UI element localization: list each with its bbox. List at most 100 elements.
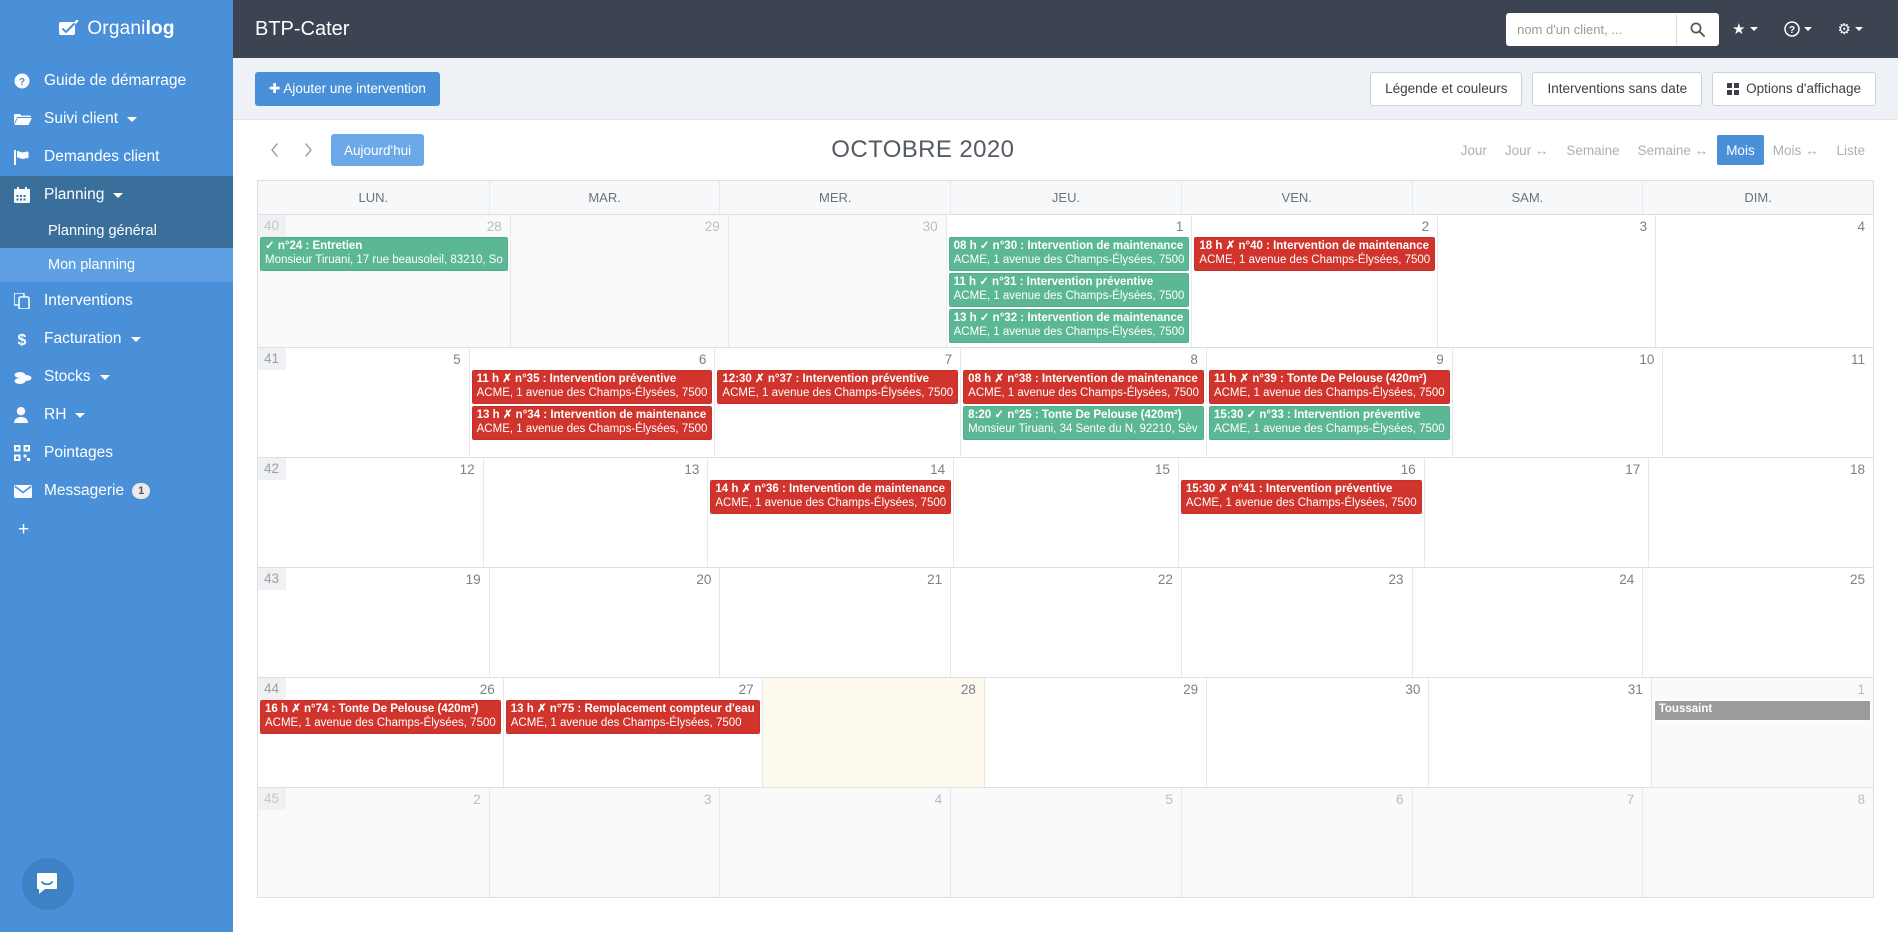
day-number[interactable]: 31 bbox=[1431, 678, 1648, 700]
gear-icon[interactable]: ⚙ bbox=[1825, 20, 1876, 38]
brand-logo[interactable]: Organilog bbox=[0, 0, 233, 58]
day-number[interactable]: 30 bbox=[731, 215, 944, 237]
chat-bubble-icon[interactable] bbox=[22, 858, 74, 910]
calendar-day-cell[interactable]: 41 5 bbox=[258, 348, 469, 457]
calendar-event[interactable]: Toussaint bbox=[1653, 700, 1871, 721]
day-number[interactable]: 22 bbox=[953, 568, 1179, 590]
calendar-day-cell[interactable]: 6 bbox=[1180, 788, 1412, 897]
calendar-day-cell[interactable]: 16 15:30 ✗ n°41 : Intervention préventive… bbox=[1177, 458, 1424, 567]
calendar-day-cell[interactable]: 31 bbox=[1428, 678, 1650, 787]
day-number[interactable]: 7 bbox=[717, 348, 958, 370]
sidebar-item-planning-general[interactable]: Planning général bbox=[0, 214, 233, 248]
calendar-event[interactable]: 11 h ✓ n°31 : Intervention préventive ACM… bbox=[948, 273, 1190, 307]
day-number[interactable]: 6 bbox=[472, 348, 713, 370]
calendar-event[interactable]: 11 h ✗ n°39 : Tonte De Pelouse (420m²) AC… bbox=[1208, 370, 1450, 404]
calendar-day-cell[interactable]: 20 bbox=[488, 568, 720, 677]
day-number[interactable]: 25 bbox=[1645, 568, 1871, 590]
calendar-event[interactable]: 16 h ✗ n°74 : Tonte De Pelouse (420m²) AC… bbox=[260, 700, 501, 734]
sidebar-add-button[interactable]: + bbox=[0, 510, 233, 550]
sidebar-item-interventions[interactable]: Interventions bbox=[0, 282, 233, 320]
sidebar-item-rh[interactable]: RH bbox=[0, 396, 233, 434]
day-number[interactable]: 27 bbox=[506, 678, 760, 700]
day-number[interactable]: 6 bbox=[1184, 788, 1410, 810]
calendar-event[interactable]: 08 h ✗ n°38 : Intervention de maintenanc… bbox=[963, 370, 1204, 404]
day-number[interactable]: 24 bbox=[1415, 568, 1641, 590]
day-number[interactable]: 5 bbox=[260, 348, 467, 370]
day-number[interactable]: 20 bbox=[492, 568, 718, 590]
calendar-event[interactable]: 12:30 ✗ n°37 : Intervention préventive AC… bbox=[717, 370, 959, 404]
sidebar-item-facturation[interactable]: $ Facturation bbox=[0, 320, 233, 358]
calendar-day-cell[interactable]: 3 bbox=[1437, 215, 1655, 347]
calendar-day-cell[interactable]: 2 18 h ✗ n°40 : Intervention de maintenan… bbox=[1191, 215, 1437, 347]
calendar-day-cell[interactable]: 8 08 h ✗ n°38 : Intervention de maintenan… bbox=[960, 348, 1206, 457]
calendar-day-cell[interactable]: 4 bbox=[1655, 215, 1873, 347]
day-number[interactable]: 3 bbox=[1440, 215, 1653, 237]
calendar-event[interactable]: 13 h ✗ n°34 : Intervention de maintenanc… bbox=[471, 406, 713, 440]
calendar-day-cell[interactable]: 23 bbox=[1180, 568, 1412, 677]
calendar-day-cell[interactable]: 8 bbox=[1642, 788, 1873, 897]
day-number[interactable]: 29 bbox=[987, 678, 1204, 700]
day-number[interactable]: 8 bbox=[963, 348, 1204, 370]
day-number[interactable]: 5 bbox=[953, 788, 1179, 810]
day-number[interactable]: 23 bbox=[1184, 568, 1410, 590]
day-number[interactable]: 17 bbox=[1427, 458, 1647, 480]
day-number[interactable]: 4 bbox=[1658, 215, 1871, 237]
sidebar-item-demandes-client[interactable]: Demandes client bbox=[0, 138, 233, 176]
view-jour-range[interactable]: Jour ↔ bbox=[1496, 135, 1558, 165]
calendar-event[interactable]: 8:20 ✓ n°25 : Tonte De Pelouse (420m²) Mo… bbox=[963, 406, 1204, 440]
day-number[interactable]: 2 bbox=[260, 788, 487, 810]
day-number[interactable]: 14 bbox=[710, 458, 951, 480]
calendar-event[interactable]: 11 h ✗ n°35 : Intervention préventive ACM… bbox=[471, 370, 713, 404]
search-input[interactable] bbox=[1507, 13, 1677, 45]
sidebar-item-guide[interactable]: ? Guide de démarrage bbox=[0, 62, 233, 100]
calendar-day-cell[interactable]: 22 bbox=[950, 568, 1181, 677]
calendar-day-cell[interactable]: 27 13 h ✗ n°75 : Remplacement compteur d'… bbox=[502, 678, 762, 787]
calendar-event[interactable]: ✓ n°24 : Entretien Monsieur Tiruani, 17 r… bbox=[260, 237, 508, 271]
sidebar-item-stocks[interactable]: Stocks bbox=[0, 358, 233, 396]
calendar-event[interactable]: 13 h ✓ n°32 : Intervention de maintenanc… bbox=[948, 309, 1190, 343]
star-icon[interactable]: ★ bbox=[1719, 20, 1770, 38]
calendar-day-cell[interactable]: 25 bbox=[1642, 568, 1873, 677]
view-mois[interactable]: Mois bbox=[1717, 135, 1764, 165]
calendar-day-cell[interactable]: 13 bbox=[482, 458, 708, 567]
calendar-event[interactable]: 14 h ✗ n°36 : Intervention de maintenanc… bbox=[710, 480, 952, 514]
calendar-day-cell[interactable]: 44 26 16 h ✗ n°74 : Tonte De Pelouse (420m… bbox=[258, 678, 503, 787]
sidebar-item-mon-planning[interactable]: Mon planning bbox=[0, 248, 233, 282]
display-options-button[interactable]: Options d'affichage bbox=[1712, 71, 1876, 106]
sidebar-item-messagerie[interactable]: Messagerie 1 bbox=[0, 472, 233, 510]
calendar-event[interactable]: 15:30 ✗ n°41 : Intervention préventive AC… bbox=[1180, 480, 1422, 514]
day-number[interactable]: 9 bbox=[1209, 348, 1450, 370]
calendar-day-cell[interactable]: 45 2 bbox=[258, 788, 489, 897]
today-button[interactable]: Aujourd'hui bbox=[331, 134, 425, 166]
day-number[interactable]: 21 bbox=[722, 568, 948, 590]
day-number[interactable]: 8 bbox=[1645, 788, 1871, 810]
calendar-day-cell[interactable]: 9 11 h ✗ n°39 : Tonte De Pelouse (420m²) A… bbox=[1205, 348, 1452, 457]
calendar-day-cell[interactable]: 29 bbox=[983, 678, 1206, 787]
calendar-day-cell[interactable]: 14 14 h ✗ n°36 : Intervention de maintena… bbox=[707, 458, 953, 567]
day-number[interactable]: 3 bbox=[492, 788, 718, 810]
calendar-day-cell[interactable]: 21 bbox=[719, 568, 950, 677]
view-semaine-range[interactable]: Semaine ↔ bbox=[1629, 135, 1718, 165]
view-jour[interactable]: Jour bbox=[1452, 135, 1496, 165]
calendar-day-cell[interactable]: 30 bbox=[727, 215, 946, 347]
calendar-day-cell[interactable]: 40 28 ✓ n°24 : Entretien Monsieur Tiruani, … bbox=[258, 215, 510, 347]
calendar-day-cell[interactable]: 10 bbox=[1451, 348, 1663, 457]
calendar-day-cell[interactable]: 1 Toussaint bbox=[1650, 678, 1873, 787]
day-number[interactable]: 11 bbox=[1665, 348, 1871, 370]
calendar-day-cell[interactable]: 28 bbox=[761, 678, 984, 787]
calendar-day-cell[interactable]: 3 bbox=[488, 788, 720, 897]
day-number[interactable]: 15 bbox=[956, 458, 1176, 480]
view-semaine[interactable]: Semaine bbox=[1557, 135, 1628, 165]
calendar-day-cell[interactable]: 42 12 bbox=[258, 458, 483, 567]
calendar-day-cell[interactable]: 7 12:30 ✗ n°37 : Intervention préventive A… bbox=[714, 348, 960, 457]
add-intervention-button[interactable]: ✚ Ajouter une intervention bbox=[255, 71, 440, 106]
interventions-no-date-button[interactable]: Interventions sans date bbox=[1532, 71, 1703, 106]
day-number[interactable]: 16 bbox=[1181, 458, 1422, 480]
calendar-day-cell[interactable]: 17 bbox=[1423, 458, 1649, 567]
day-number[interactable]: 12 bbox=[260, 458, 481, 480]
sidebar-item-suivi-client[interactable]: Suivi client bbox=[0, 100, 233, 138]
day-number[interactable]: 2 bbox=[1194, 215, 1435, 237]
day-number[interactable]: 29 bbox=[513, 215, 726, 237]
help-icon[interactable]: ? bbox=[1771, 21, 1825, 37]
day-number[interactable]: 7 bbox=[1415, 788, 1641, 810]
